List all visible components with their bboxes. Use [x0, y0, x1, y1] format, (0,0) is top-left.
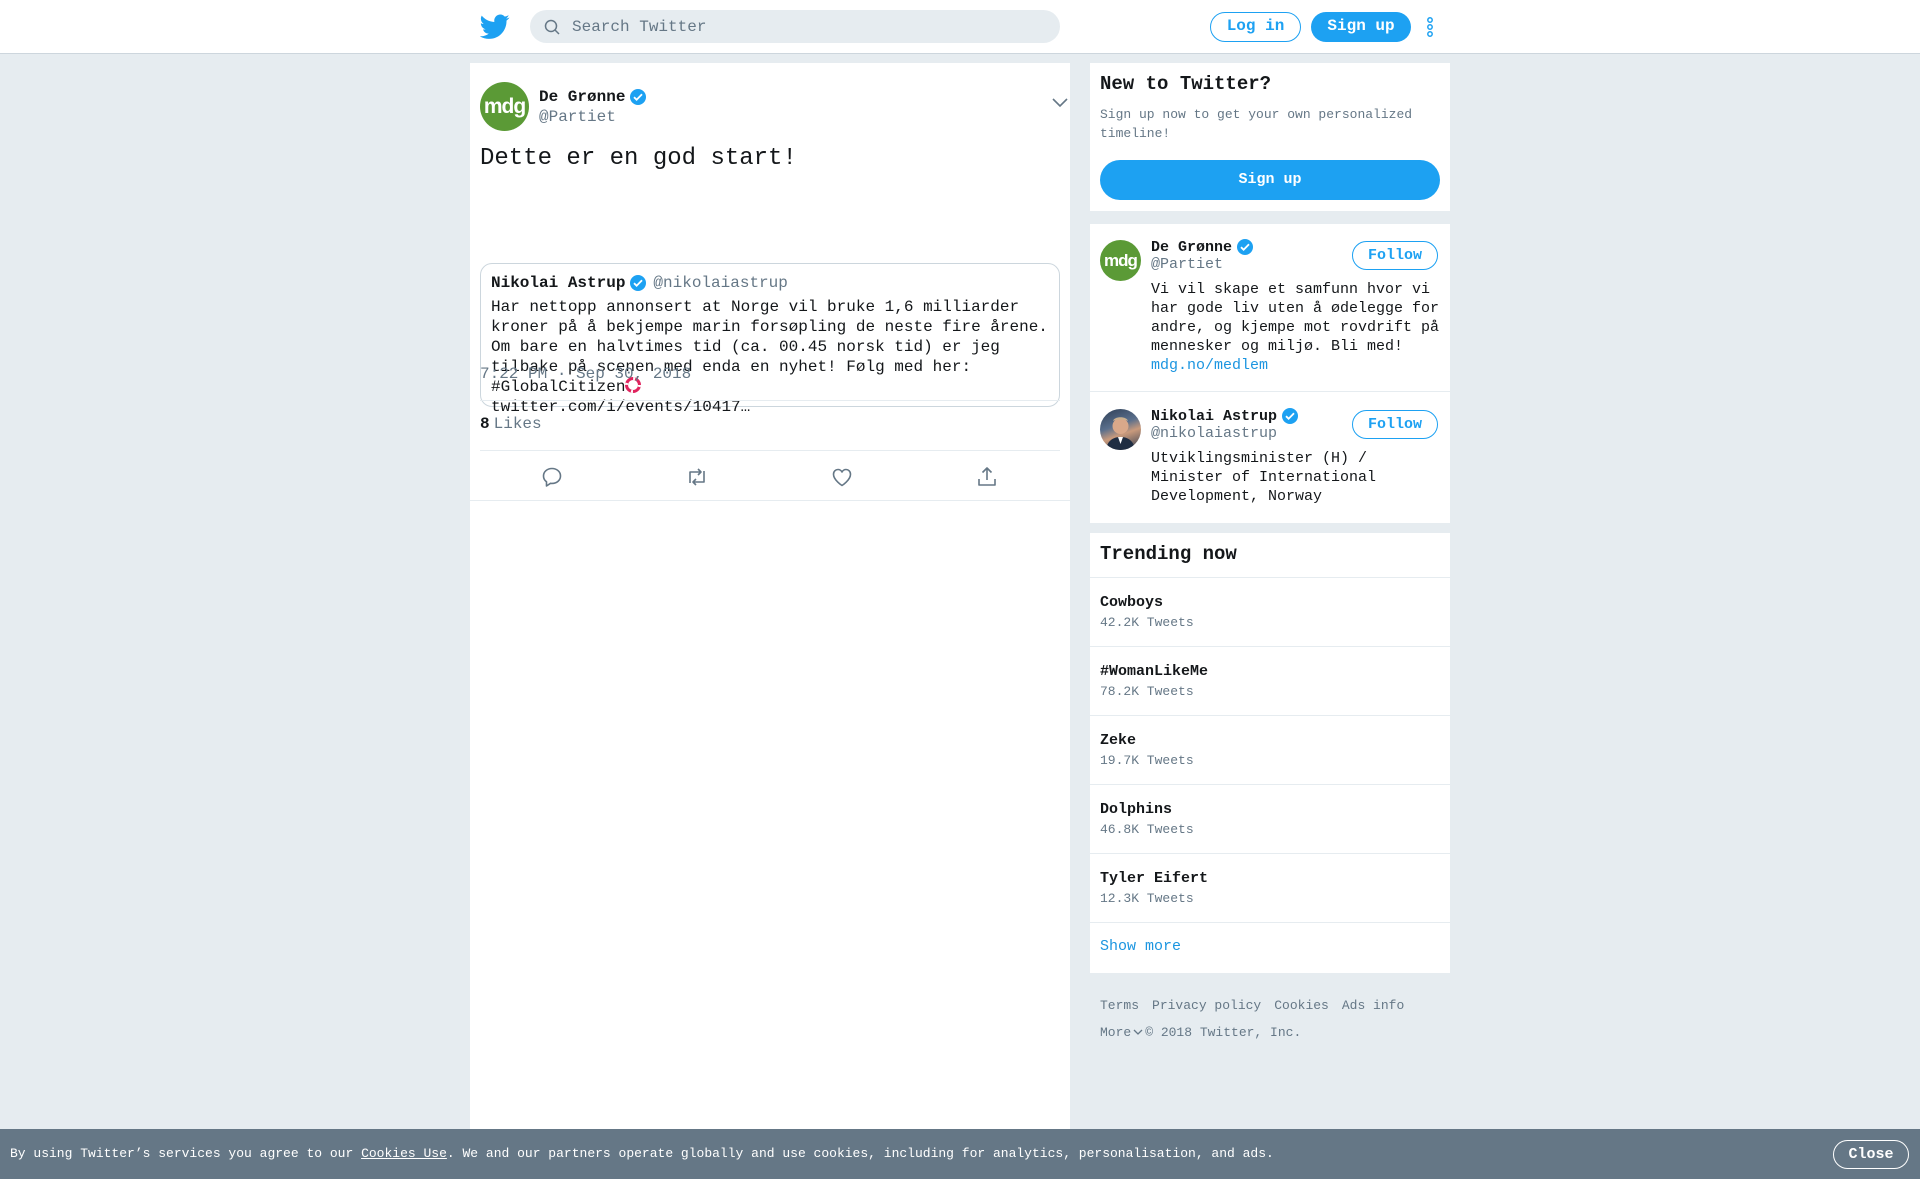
likes-number: 8	[480, 415, 490, 433]
sidebar-sign-up-button[interactable]: Sign up	[1100, 160, 1440, 200]
cookie-text: By using Twitter’s services you agree to…	[10, 1146, 1274, 1161]
suggestion-bio: Vi vil skape et samfunn hvor vi har gode…	[1151, 280, 1447, 375]
more-options-icon[interactable]	[1424, 16, 1436, 38]
footer-link-ads-info[interactable]: Ads info	[1342, 998, 1404, 1013]
trend-item[interactable]: Dolphins 46.8K Tweets	[1090, 784, 1450, 853]
verified-badge-icon	[1282, 408, 1299, 424]
suggestion-bio-link[interactable]: mdg.no/medlem	[1151, 356, 1447, 375]
trend-name: Cowboys	[1100, 594, 1164, 611]
new-to-twitter-subtitle: Sign up now to get your own personalized…	[1100, 107, 1413, 141]
close-button[interactable]: Close	[1833, 1140, 1909, 1169]
verified-badge-icon	[1237, 239, 1254, 255]
trend-item[interactable]: Zeke 19.7K Tweets	[1090, 715, 1450, 784]
verified-badge-icon	[630, 275, 647, 291]
show-more-link[interactable]: Show more	[1090, 922, 1450, 973]
suggestion-handle[interactable]: @Partiet	[1151, 256, 1223, 273]
quoted-tweet[interactable]: Nikolai Astrup @nikolaiastrup Har nettop…	[480, 263, 1060, 416]
author-handle[interactable]: @Partiet	[539, 108, 616, 126]
suggestion-name-text: De Grønne	[1151, 238, 1233, 256]
cookies-use-link[interactable]: Cookies Use	[361, 1146, 447, 1161]
suggestion-name-text: Nikolai Astrup	[1151, 407, 1278, 425]
cookie-consent-bar: By using Twitter’s services you agree to…	[0, 1129, 1920, 1179]
author-name[interactable]: De Grønne	[539, 88, 647, 106]
tweet-text: Dette er en god start!	[480, 145, 797, 172]
trending-card: Trending now Cowboys 42.2K Tweets #Woman…	[1090, 533, 1450, 973]
tweet-detail: mdg De Grønne @Partiet Dette er en god s…	[470, 63, 1070, 1129]
new-to-twitter-card: New to Twitter? Sign up now to get your …	[1090, 63, 1450, 211]
cookie-text-before: By using Twitter’s services you agree to…	[10, 1146, 362, 1161]
new-to-twitter-title: New to Twitter?	[1100, 73, 1272, 95]
chevron-down-icon[interactable]	[1052, 98, 1068, 108]
cookie-text-after: . We and our partners operate globally a…	[446, 1146, 1274, 1161]
footer-more-link[interactable]: More	[1100, 1025, 1131, 1040]
quote-author-handle: @nikolaiastrup	[653, 274, 788, 292]
share-icon[interactable]	[975, 465, 999, 489]
tweet-timestamp[interactable]: 7:22 PM · Sep 30, 2018	[480, 365, 691, 383]
suggestion-name[interactable]: Nikolai Astrup	[1151, 407, 1299, 425]
trend-count: 42.2K Tweets	[1100, 615, 1194, 630]
divider	[480, 400, 1060, 401]
search-icon	[544, 19, 560, 35]
log-in-button[interactable]: Log in	[1210, 12, 1301, 42]
trend-item[interactable]: Tyler Eifert 12.3K Tweets	[1090, 853, 1450, 922]
trend-count: 19.7K Tweets	[1100, 753, 1194, 768]
likes-count[interactable]: 8 Likes	[480, 415, 542, 433]
follow-button[interactable]: Follow	[1352, 410, 1438, 439]
tweet-header: mdg De Grønne @Partiet	[480, 82, 1068, 134]
likes-label: Likes	[493, 415, 542, 433]
trending-title: Trending now	[1100, 543, 1237, 565]
trend-count: 46.8K Tweets	[1100, 822, 1194, 837]
tweet-actions	[470, 451, 1070, 501]
trend-item[interactable]: Cowboys 42.2K Tweets	[1090, 577, 1450, 646]
show-more-label: Show more	[1100, 938, 1182, 955]
suggestion-bio: Utviklingsminister (H) / Minister of Int…	[1151, 450, 1377, 505]
follow-button[interactable]: Follow	[1352, 241, 1438, 270]
twitter-logo-icon[interactable]	[480, 14, 510, 40]
search-placeholder: Search Twitter	[572, 17, 707, 36]
chevron-down-icon[interactable]	[1133, 1029, 1143, 1036]
verified-badge-icon	[630, 89, 647, 105]
like-heart-icon[interactable]	[830, 465, 854, 489]
avatar[interactable]: mdg	[480, 82, 529, 131]
trend-count: 12.3K Tweets	[1100, 891, 1194, 906]
trend-count: 78.2K Tweets	[1100, 684, 1194, 699]
suggestion-name[interactable]: De Grønne	[1151, 238, 1254, 256]
copyright: © 2018 Twitter, Inc.	[1145, 1025, 1302, 1040]
footer-links: Terms Privacy policy Cookies Ads info More …	[1100, 998, 1440, 1040]
retweet-icon[interactable]	[685, 465, 709, 489]
person-photo-icon	[1106, 417, 1135, 450]
quote-author-name: Nikolai Astrup	[491, 274, 626, 292]
quote-text: Har nettopp annonsert at Norge vil bruke…	[491, 297, 1051, 417]
trend-name: Tyler Eifert	[1100, 870, 1209, 887]
avatar[interactable]	[1100, 409, 1141, 450]
footer-link-privacy[interactable]: Privacy policy	[1152, 998, 1261, 1013]
trend-name: Dolphins	[1100, 801, 1173, 818]
footer-link-terms[interactable]: Terms	[1100, 998, 1139, 1013]
suggestion-bio-text: Vi vil skape et samfunn hvor vi har gode…	[1151, 281, 1440, 355]
suggestion-handle[interactable]: @nikolaiastrup	[1151, 425, 1277, 442]
author-name-text: De Grønne	[539, 88, 626, 106]
quote-author: Nikolai Astrup @nikolaiastrup	[491, 274, 788, 292]
trend-name: #WomanLikeMe	[1100, 663, 1209, 680]
top-header: Search Twitter Log in Sign up	[0, 0, 1920, 54]
who-to-follow-card: mdg De Grønne @Partiet Follow Vi vil ska…	[1090, 224, 1450, 523]
follow-suggestion: Nikolai Astrup @nikolaiastrup Follow Utv…	[1090, 393, 1450, 523]
reply-icon[interactable]	[540, 465, 564, 489]
trend-item[interactable]: #WomanLikeMe 78.2K Tweets	[1090, 646, 1450, 715]
follow-suggestion: mdg De Grønne @Partiet Follow Vi vil ska…	[1090, 224, 1450, 392]
avatar[interactable]: mdg	[1100, 240, 1141, 281]
footer-link-cookies[interactable]: Cookies	[1274, 998, 1329, 1013]
trend-name: Zeke	[1100, 732, 1137, 749]
sign-up-button[interactable]: Sign up	[1311, 12, 1411, 42]
search-input[interactable]: Search Twitter	[530, 10, 1060, 43]
